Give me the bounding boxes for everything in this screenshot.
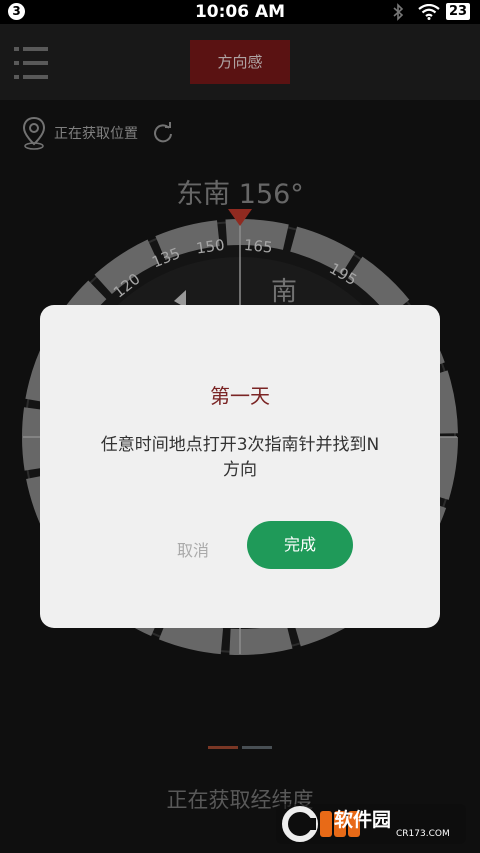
battery-indicator: 23: [446, 3, 470, 20]
bluetooth-icon: [393, 3, 404, 21]
dialog-message: 任意时间地点打开3次指南针并找到N方向: [100, 435, 380, 480]
status-time: 10:06 AM: [194, 2, 286, 22]
wifi-icon: [418, 4, 440, 20]
task-dialog: 第一天 任意时间地点打开3次指南针并找到N方向 取消 完成: [40, 305, 440, 628]
confirm-button[interactable]: 完成: [247, 521, 353, 569]
dialog-title: 第一天: [210, 384, 270, 408]
cancel-button[interactable]: 取消: [158, 533, 228, 569]
status-bar: 3 10:06 AM 23: [0, 0, 480, 24]
watermark-text: 软件园: [334, 809, 392, 831]
watermark-site: CR173.COM: [396, 829, 450, 839]
